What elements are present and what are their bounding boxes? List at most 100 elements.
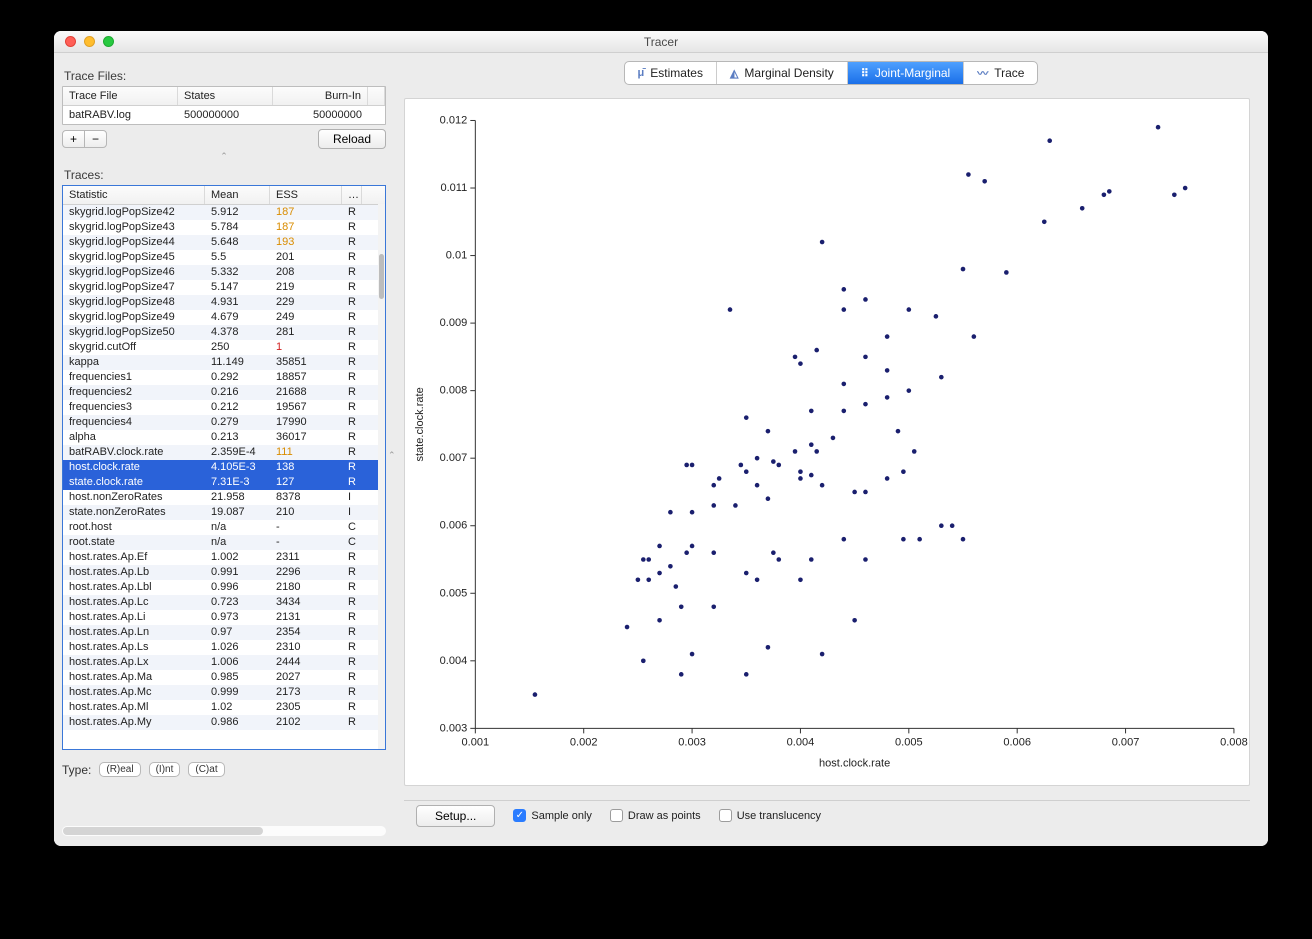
trace-row[interactable]: host.rates.Ap.Ln0.972354R xyxy=(63,625,385,640)
trace-type: I xyxy=(342,490,362,505)
right-panel: ⌃ μ̄ Estimates ◭ Marginal Density ⠿ Join… xyxy=(394,53,1268,846)
trace-type: R xyxy=(342,445,362,460)
tab-estimates[interactable]: μ̄ Estimates xyxy=(625,62,717,84)
horizontal-scroll-thumb[interactable] xyxy=(63,827,263,835)
setup-button[interactable]: Setup... xyxy=(416,805,495,827)
col-statistic[interactable]: Statistic xyxy=(63,186,205,204)
trace-row[interactable]: host.rates.Ap.Lc0.7233434R xyxy=(63,595,385,610)
svg-text:0.012: 0.012 xyxy=(440,114,468,126)
trace-file-row[interactable]: batRABV.log 500000000 50000000 xyxy=(63,106,385,124)
trace-row[interactable]: kappa11.14935851R xyxy=(63,355,385,370)
trace-files-table[interactable]: Trace File States Burn-In batRABV.log 50… xyxy=(62,86,386,125)
trace-row[interactable]: host.nonZeroRates21.9588378I xyxy=(63,490,385,505)
trace-row[interactable]: host.rates.Ap.Lb0.9912296R xyxy=(63,565,385,580)
tab-trace[interactable]: 〰 Trace xyxy=(964,62,1037,84)
trace-mean: 11.149 xyxy=(205,355,270,370)
sample-only-checkbox[interactable]: Sample only xyxy=(513,809,592,822)
tab-marginal-density[interactable]: ◭ Marginal Density xyxy=(717,62,848,84)
trace-row[interactable]: alpha0.21336017R xyxy=(63,430,385,445)
type-real-button[interactable]: (R)eal xyxy=(99,762,140,777)
trace-row[interactable]: host.rates.Ap.Li0.9732131R xyxy=(63,610,385,625)
scatter-icon: ⠿ xyxy=(861,67,869,80)
trace-ess: 2444 xyxy=(270,655,342,670)
col-spacer xyxy=(368,87,385,105)
trace-row[interactable]: skygrid.logPopSize455.5201R xyxy=(63,250,385,265)
traces-table[interactable]: Statistic Mean ESS … skygrid.logPopSize4… xyxy=(62,185,386,750)
scroll-thumb[interactable] xyxy=(379,254,384,299)
type-cat-button[interactable]: (C)at xyxy=(188,762,224,777)
split-handle-1[interactable]: ⌃ xyxy=(62,151,386,162)
trace-row[interactable]: host.rates.Ap.Ef1.0022311R xyxy=(63,550,385,565)
trace-row[interactable]: skygrid.logPopSize484.931229R xyxy=(63,295,385,310)
trace-mean: 0.986 xyxy=(205,715,270,730)
trace-row[interactable]: host.rates.Ap.Ml1.022305R xyxy=(63,700,385,715)
trace-type: C xyxy=(342,520,362,535)
trace-row[interactable]: skygrid.cutOff2501R xyxy=(63,340,385,355)
trace-mean: 250 xyxy=(205,340,270,355)
trace-stat: state.nonZeroRates xyxy=(63,505,205,520)
trace-row[interactable]: frequencies30.21219567R xyxy=(63,400,385,415)
trace-row[interactable]: skygrid.logPopSize425.912187R xyxy=(63,205,385,220)
trace-type: R xyxy=(342,460,362,475)
scatter-plot: 0.0010.0020.0030.0040.0050.0060.0070.008… xyxy=(405,99,1249,785)
draw-as-points-checkbox[interactable]: Draw as points xyxy=(610,809,701,822)
trace-row[interactable]: host.rates.Ap.My0.9862102R xyxy=(63,715,385,730)
zoom-icon[interactable] xyxy=(103,36,114,47)
use-translucency-checkbox[interactable]: Use translucency xyxy=(719,809,821,822)
col-mean[interactable]: Mean xyxy=(205,186,270,204)
trace-row[interactable]: skygrid.logPopSize504.378281R xyxy=(63,325,385,340)
reload-button[interactable]: Reload xyxy=(318,129,386,149)
trace-type: R xyxy=(342,685,362,700)
window-controls xyxy=(65,36,114,47)
trace-row[interactable]: root.hostn/a-C xyxy=(63,520,385,535)
trace-row[interactable]: skygrid.logPopSize445.648193R xyxy=(63,235,385,250)
close-icon[interactable] xyxy=(65,36,76,47)
col-states[interactable]: States xyxy=(178,87,273,105)
titlebar[interactable]: Tracer xyxy=(54,31,1268,53)
remove-file-button[interactable]: − xyxy=(84,130,107,148)
scroll-track[interactable] xyxy=(378,204,385,749)
add-file-button[interactable]: + xyxy=(62,130,85,148)
col-file[interactable]: Trace File xyxy=(63,87,178,105)
col-type[interactable]: … xyxy=(342,186,362,204)
trace-ess: 2354 xyxy=(270,625,342,640)
trace-row[interactable]: frequencies20.21621688R xyxy=(63,385,385,400)
trace-row[interactable]: skygrid.logPopSize435.784187R xyxy=(63,220,385,235)
col-ess[interactable]: ESS xyxy=(270,186,342,204)
content-area: Trace Files: Trace File States Burn-In b… xyxy=(54,53,1268,846)
minimize-icon[interactable] xyxy=(84,36,95,47)
trace-row[interactable]: host.rates.Ap.Lbl0.9962180R xyxy=(63,580,385,595)
trace-row[interactable]: skygrid.logPopSize475.147219R xyxy=(63,280,385,295)
trace-stat: skygrid.logPopSize45 xyxy=(63,250,205,265)
trace-row[interactable]: root.staten/a-C xyxy=(63,535,385,550)
trace-row[interactable]: host.clock.rate4.105E-3138R xyxy=(63,460,385,475)
trace-row[interactable]: batRABV.clock.rate2.359E-4111R xyxy=(63,445,385,460)
svg-text:0.006: 0.006 xyxy=(1003,736,1031,748)
trace-type: R xyxy=(342,610,362,625)
traces-body[interactable]: skygrid.logPopSize425.912187Rskygrid.log… xyxy=(63,205,385,750)
tab-joint-marginal[interactable]: ⠿ Joint-Marginal xyxy=(848,62,964,84)
trace-row[interactable]: skygrid.logPopSize494.679249R xyxy=(63,310,385,325)
trace-row[interactable]: state.clock.rate7.31E-3127R xyxy=(63,475,385,490)
trace-row[interactable]: host.rates.Ap.Mc0.9992173R xyxy=(63,685,385,700)
trace-ess: 111 xyxy=(270,445,342,460)
trace-row[interactable]: frequencies40.27917990R xyxy=(63,415,385,430)
trace-type: R xyxy=(342,340,362,355)
trace-row[interactable]: host.rates.Ap.Ma0.9852027R xyxy=(63,670,385,685)
trace-row[interactable]: frequencies10.29218857R xyxy=(63,370,385,385)
trace-mean: 1.026 xyxy=(205,640,270,655)
file-burn[interactable]: 50000000 xyxy=(273,106,368,124)
trace-ess: 201 xyxy=(270,250,342,265)
horizontal-scrollbar[interactable] xyxy=(62,826,386,836)
trace-row[interactable]: skygrid.logPopSize465.332208R xyxy=(63,265,385,280)
plot-area[interactable]: 0.0010.0020.0030.0040.0050.0060.0070.008… xyxy=(404,98,1250,786)
trace-type: R xyxy=(342,715,362,730)
type-int-button[interactable]: (I)nt xyxy=(149,762,181,777)
col-burn[interactable]: Burn-In xyxy=(273,87,368,105)
trace-row[interactable]: state.nonZeroRates19.087210I xyxy=(63,505,385,520)
trace-type: C xyxy=(342,535,362,550)
trace-row[interactable]: host.rates.Ap.Ls1.0262310R xyxy=(63,640,385,655)
trace-row[interactable]: host.rates.Ap.Lx1.0062444R xyxy=(63,655,385,670)
sample-only-label: Sample only xyxy=(531,810,592,822)
split-handle-2[interactable]: ⌃ xyxy=(388,450,396,461)
